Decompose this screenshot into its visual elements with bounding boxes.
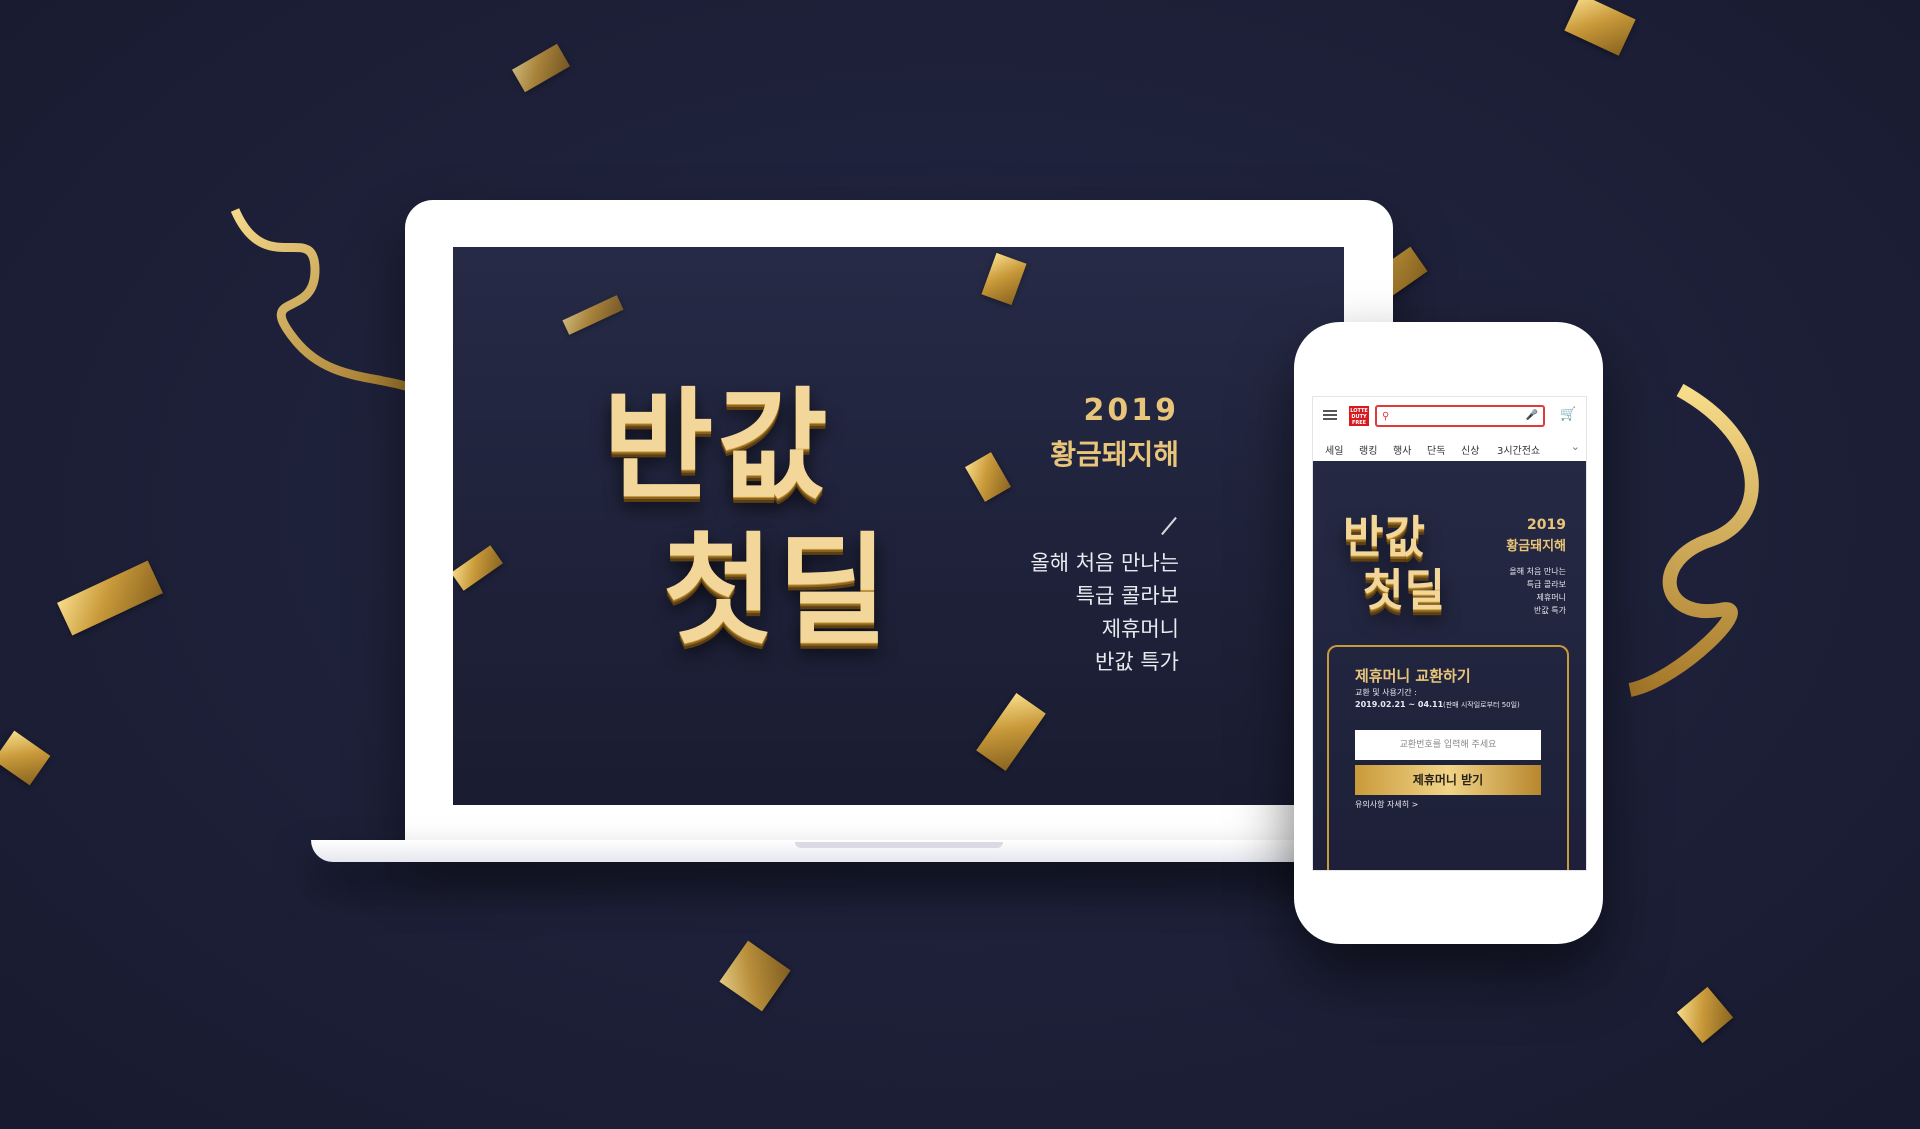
exchange-code-input[interactable]: 교환번호를 입력해 주세요 [1355, 730, 1541, 760]
mobile-year-subtitle: 황금돼지해 [1506, 539, 1566, 554]
nav-item-ranking[interactable]: 랭킹 [1359, 442, 1377, 457]
desktop-banner: 반값 첫딜 2019 황금돼지해 올해 처음 만나는 특급 콜라보 제휴머니 반… [453, 247, 1344, 805]
confetti-piece [0, 730, 51, 786]
confetti-piece [976, 693, 1046, 771]
search-icon[interactable]: ⚲ [1382, 411, 1389, 422]
confetti-piece [1564, 0, 1636, 56]
confetti-piece [511, 43, 571, 93]
headline-line2: 첫딜 [663, 522, 892, 661]
nav-item-3hour-show[interactable]: 3시간전쇼 [1497, 442, 1540, 457]
notice-detail-link[interactable]: 유의사항 자세히 > [1355, 799, 1418, 810]
nav-item-sale[interactable]: 세일 [1325, 442, 1343, 457]
mobile-desc-line-3: 제휴머니 [1536, 593, 1566, 602]
laptop-notch [795, 842, 1003, 848]
mobile-screen: LOTTE DUTY FREE ⚲ 🎤 🛒 세일 랭킹 행사 단독 신상 3시간… [1312, 396, 1587, 871]
ticket-period-label: 교환 및 사용기간 : [1355, 688, 1417, 697]
mic-icon[interactable]: 🎤 [1526, 410, 1538, 421]
mobile-header: LOTTE DUTY FREE ⚲ 🎤 🛒 [1313, 397, 1586, 436]
confetti-piece [965, 452, 1011, 502]
phone-mockup: LOTTE DUTY FREE ⚲ 🎤 🛒 세일 랭킹 행사 단독 신상 3시간… [1294, 322, 1603, 944]
nav-item-new[interactable]: 신상 [1461, 442, 1479, 457]
year-subtitle: 황금돼지해 [1050, 438, 1179, 471]
nav-item-exclusive[interactable]: 단독 [1427, 442, 1445, 457]
search-input[interactable]: ⚲ 🎤 [1375, 405, 1545, 427]
mobile-desc-line-4: 반값 특가 [1534, 606, 1566, 615]
nav-item-event[interactable]: 행사 [1393, 442, 1411, 457]
cart-icon[interactable]: 🛒 [1560, 407, 1576, 422]
confetti-piece [1676, 986, 1734, 1044]
desc-line-1: 올해 처음 만나는 [1030, 551, 1179, 575]
ticket-period-note: (판매 시작일로부터 50일) [1443, 701, 1520, 709]
confetti-piece [453, 545, 503, 591]
desc-line-2: 특급 콜라보 [1075, 584, 1179, 608]
confetti-piece [981, 252, 1027, 306]
mobile-headline-line2: 첫딜 [1363, 565, 1446, 616]
confetti-piece [562, 295, 624, 335]
divider-slash [1161, 516, 1177, 536]
confetti-piece [719, 940, 791, 1012]
mobile-desc-line-1: 올해 처음 만나는 [1509, 567, 1566, 576]
ticket-title: 제휴머니 교환하기 [1355, 667, 1471, 685]
laptop-mockup: 반값 첫딜 2019 황금돼지해 올해 처음 만나는 특급 콜라보 제휴머니 반… [405, 200, 1393, 842]
ticket-period-value: 2019.02.21 ~ 04.11 [1355, 700, 1444, 709]
headline-line1: 반값 [603, 377, 832, 516]
ribbon-right [1628, 383, 1759, 697]
receive-money-button[interactable]: 제휴머니 받기 [1355, 765, 1541, 795]
hamburger-menu-icon[interactable] [1323, 410, 1337, 420]
year-label: 2019 [1083, 393, 1179, 428]
mobile-headline-line1: 반값 [1343, 512, 1426, 563]
brand-logo[interactable]: LOTTE DUTY FREE [1349, 406, 1369, 426]
desc-line-4: 반값 특가 [1095, 650, 1179, 674]
mobile-nav: 세일 랭킹 행사 단독 신상 3시간전쇼 ⌄ [1313, 435, 1586, 462]
mobile-year: 2019 [1527, 517, 1566, 533]
desc-line-3: 제휴머니 [1101, 617, 1179, 641]
confetti-piece [57, 560, 163, 636]
chevron-down-icon[interactable]: ⌄ [1571, 440, 1580, 453]
mobile-desc-line-2: 특급 콜라보 [1526, 580, 1566, 589]
